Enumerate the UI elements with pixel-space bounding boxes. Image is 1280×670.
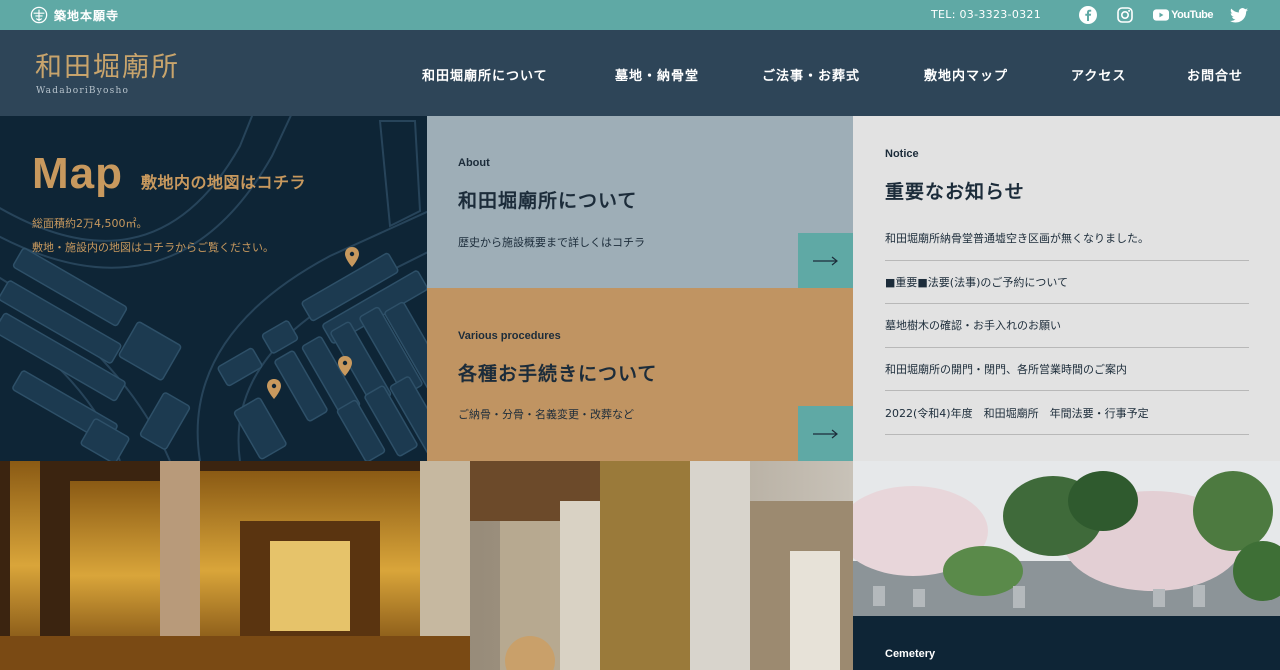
twitter-icon	[1230, 7, 1248, 23]
nav-map[interactable]: 敷地内マップ	[924, 65, 1008, 84]
facebook-icon	[1079, 6, 1097, 24]
map-title: Map	[32, 149, 123, 198]
youtube-label: YouTube	[1171, 9, 1213, 21]
arrow-right-icon	[812, 429, 838, 438]
notice-panel: Notice 重要なお知らせ 和田堀廟所納骨堂普通墟空き区画が無くなりました。 …	[853, 116, 1280, 461]
youtube-icon	[1153, 9, 1170, 21]
notice-item[interactable]: 和田堀廟所の開門・閉門、各所営業時間のご案内	[885, 348, 1249, 392]
phone-number[interactable]: TEL: 03-3323-0321	[931, 8, 1041, 21]
twitter-link[interactable]	[1230, 6, 1248, 24]
about-label: About	[458, 157, 490, 169]
cemetery-label: Cemetery	[885, 648, 936, 660]
top-bar: 築地本願寺 TEL: 03-3323-0321 YouTube	[0, 0, 1280, 30]
procedures-description: ご納骨・分骨・名義変更・改葬など	[458, 408, 634, 421]
nav-cemetery[interactable]: 墓地・納骨堂	[615, 65, 699, 84]
notice-list: 和田堀廟所納骨堂普通墟空き区画が無くなりました。 ■重要■法要(法事)のご予約に…	[885, 217, 1249, 435]
site-logo-subtitle: WadaboriByosho	[36, 86, 130, 96]
facebook-link[interactable]	[1079, 6, 1097, 24]
map-area-text: 総面積約2万4,500㎡。	[32, 217, 148, 230]
instagram-icon	[1117, 7, 1133, 23]
notice-item[interactable]: 和田堀廟所納骨堂普通墟空き区画が無くなりました。	[885, 217, 1249, 261]
site-header: 和田堀廟所 WadaboriByosho 和田堀廟所について 墓地・納骨堂 ご法…	[0, 30, 1280, 116]
map-subtitle: 敷地内の地図はコチラ	[141, 173, 307, 192]
brand-name: 築地本願寺	[54, 8, 120, 23]
nav-contact[interactable]: お問合せ	[1187, 65, 1243, 84]
notice-heading: 重要なお知らせ	[885, 181, 1025, 203]
notice-item[interactable]: 2022(令和4)年度 和田堀廟所 年間法要・行事予定	[885, 391, 1249, 435]
about-heading: 和田堀廟所について	[458, 190, 638, 212]
nav-access[interactable]: アクセス	[1071, 65, 1126, 84]
nav-about[interactable]: 和田堀廟所について	[422, 65, 548, 84]
youtube-link[interactable]: YouTube	[1153, 6, 1213, 24]
procedures-label: Various procedures	[458, 330, 561, 342]
site-logo-title[interactable]: 和田堀廟所	[35, 45, 180, 84]
procedures-arrow-button[interactable]	[798, 406, 853, 461]
temple-interior-photo	[0, 461, 853, 670]
notice-item[interactable]: ■重要■法要(法事)のご予約について	[885, 261, 1249, 305]
about-panel[interactable]: About 和田堀廟所について 歴史から施設概要まで詳しくはコチラ	[427, 116, 853, 288]
instagram-link[interactable]	[1117, 6, 1133, 24]
arrow-right-icon	[812, 256, 838, 265]
temple-logo-icon	[30, 6, 48, 24]
about-description: 歴史から施設概要まで詳しくはコチラ	[458, 236, 645, 249]
notice-label: Notice	[885, 148, 919, 160]
notice-item[interactable]: 墓地樹木の確認・お手入れのお願い	[885, 304, 1249, 348]
procedures-panel[interactable]: Various procedures 各種お手続きについて ご納骨・分骨・名義変…	[427, 288, 853, 461]
procedures-heading: 各種お手続きについて	[458, 363, 658, 385]
tsukiji-hongwanji-link[interactable]: 築地本願寺	[30, 5, 119, 25]
cemetery-panel[interactable]: Cemetery	[853, 616, 1280, 670]
nav-services[interactable]: ご法事・お葬式	[762, 65, 860, 84]
cemetery-photo	[853, 461, 1280, 616]
about-arrow-button[interactable]	[798, 233, 853, 288]
cemetery-cherry-blossom-image	[853, 461, 1280, 616]
map-panel[interactable]: Map 敷地内の地図はコチラ 総面積約2万4,500㎡。 敷地・施設内の地図はコ…	[0, 116, 427, 461]
map-description: 敷地・施設内の地図はコチラからご覧ください。	[32, 241, 274, 254]
temple-interior-image	[0, 461, 853, 670]
